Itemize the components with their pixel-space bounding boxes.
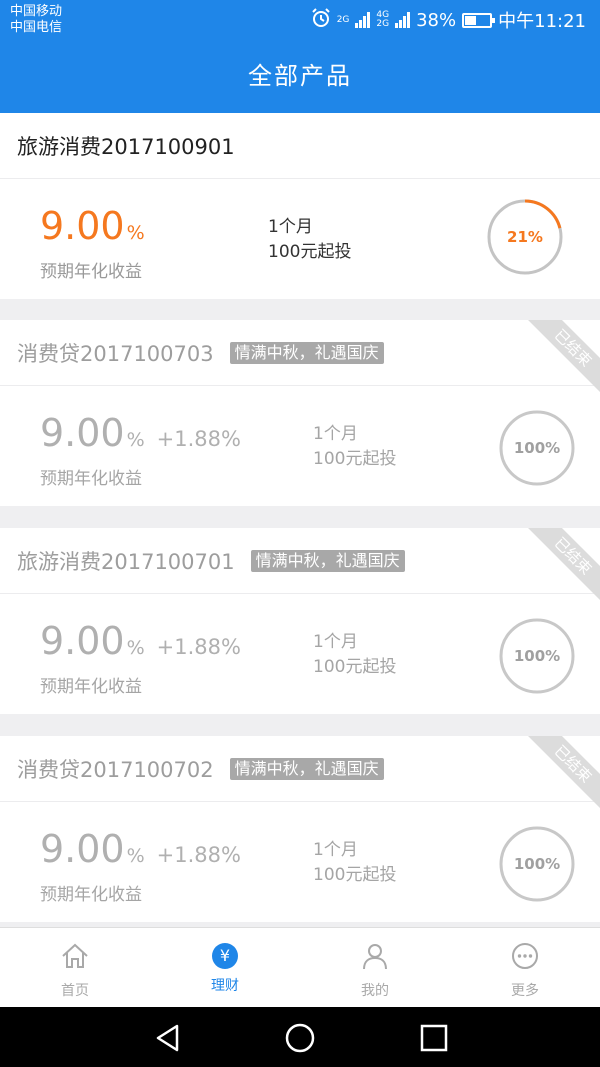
status-bar: 中国移动 中国电信 2G 4G 2G 38% 中午11:21 bbox=[0, 0, 600, 40]
rate-label: 预期年化收益 bbox=[40, 885, 142, 905]
signal-icon bbox=[355, 12, 371, 28]
progress-text: 100% bbox=[513, 439, 561, 457]
tab-finance[interactable]: ¥ 理财 bbox=[150, 928, 300, 1007]
clock: 中午11:21 bbox=[498, 11, 586, 32]
promo-tag: 情满中秋，礼遇国庆 bbox=[250, 549, 405, 572]
term-info: 1个月 100元起投 bbox=[268, 215, 351, 265]
bonus-rate: +1.88% bbox=[156, 843, 241, 867]
promo-tag: 情满中秋，礼遇国庆 bbox=[229, 757, 384, 780]
tab-more[interactable]: 更多 bbox=[450, 928, 600, 1007]
rate-value: 9.00 bbox=[40, 411, 125, 455]
bonus-rate: +1.88% bbox=[156, 427, 241, 451]
progress-ring: 100% bbox=[499, 826, 575, 902]
rate: 9.00% +1.88% bbox=[40, 828, 241, 870]
product-card[interactable]: 已结束 消费贷2017100703 情满中秋，礼遇国庆 9.00% +1.88% … bbox=[0, 320, 600, 506]
term-info: 1个月 100元起投 bbox=[313, 838, 396, 888]
rate: 9.00% bbox=[40, 205, 145, 247]
product-body: 9.00% +1.88% 预期年化收益 1个月 100元起投 100% bbox=[0, 594, 600, 714]
signal-2-icon bbox=[395, 12, 411, 28]
status-icons: 2G 4G 2G 38% 中午11:21 bbox=[311, 7, 586, 33]
rate-value: 9.00 bbox=[40, 619, 125, 663]
rate: 9.00% +1.88% bbox=[40, 412, 241, 454]
min-invest: 100元起投 bbox=[268, 242, 352, 262]
rate-unit: % bbox=[126, 222, 145, 244]
rate: 9.00% +1.88% bbox=[40, 620, 241, 662]
home-button-icon[interactable] bbox=[284, 1022, 316, 1054]
term-info: 1个月 100元起投 bbox=[313, 422, 396, 472]
person-icon bbox=[360, 941, 390, 971]
system-nav-bar bbox=[0, 1007, 600, 1067]
tab-home[interactable]: 首页 bbox=[0, 928, 150, 1007]
product-card[interactable]: 已结束 旅游消费2017100701 情满中秋，礼遇国庆 9.00% +1.88%… bbox=[0, 528, 600, 714]
more-icon bbox=[510, 941, 540, 971]
rate-value: 9.00 bbox=[40, 827, 125, 871]
bonus-rate: +1.88% bbox=[156, 635, 241, 659]
tab-label: 更多 bbox=[511, 983, 539, 999]
carrier-2: 中国电信 bbox=[10, 20, 63, 35]
progress-text: 100% bbox=[513, 647, 561, 665]
progress-ring: 100% bbox=[499, 618, 575, 694]
product-card[interactable]: 已结束 消费贷2017100702 情满中秋，礼遇国庆 9.00% +1.88% … bbox=[0, 736, 600, 922]
term: 1个月 bbox=[313, 424, 358, 444]
tab-label: 我的 bbox=[361, 983, 389, 999]
rate-unit: % bbox=[126, 429, 145, 451]
product-name: 旅游消费2017100701 bbox=[17, 549, 235, 574]
product-body: 9.00% 预期年化收益 1个月 100元起投 21% bbox=[0, 179, 600, 299]
min-invest: 100元起投 bbox=[313, 657, 397, 677]
term-info: 1个月 100元起投 bbox=[313, 630, 396, 680]
min-invest: 100元起投 bbox=[313, 865, 397, 885]
rate-label: 预期年化收益 bbox=[40, 469, 142, 489]
home-icon bbox=[60, 941, 90, 971]
battery-percent: 38% bbox=[416, 9, 457, 31]
term: 1个月 bbox=[313, 840, 358, 860]
progress-text: 100% bbox=[513, 855, 561, 873]
network-1-label: 2G bbox=[336, 14, 350, 25]
product-header: 消费贷2017100702 情满中秋，礼遇国庆 bbox=[0, 736, 600, 802]
page-title: 全部产品 bbox=[0, 40, 600, 113]
product-header: 旅游消费2017100901 bbox=[0, 113, 600, 179]
network-2-label: 4G 2G bbox=[376, 10, 390, 29]
product-name: 旅游消费2017100901 bbox=[17, 134, 235, 159]
product-header: 旅游消费2017100701 情满中秋，礼遇国庆 bbox=[0, 528, 600, 594]
rate-label: 预期年化收益 bbox=[40, 677, 142, 697]
product-name: 消费贷2017100702 bbox=[17, 757, 214, 782]
yen-icon: ¥ bbox=[212, 943, 238, 969]
rate-value: 9.00 bbox=[40, 204, 125, 248]
term: 1个月 bbox=[313, 632, 358, 652]
product-card[interactable]: 旅游消费2017100901 9.00% 预期年化收益 1个月 100元起投 2… bbox=[0, 113, 600, 299]
progress-text: 21% bbox=[507, 228, 543, 246]
progress-ring: 100% bbox=[499, 410, 575, 486]
rate-unit: % bbox=[126, 637, 145, 659]
carrier-info: 中国移动 中国电信 bbox=[10, 4, 62, 36]
progress-ring: 21% bbox=[487, 199, 563, 275]
recents-icon[interactable] bbox=[418, 1022, 450, 1054]
alarm-icon bbox=[311, 7, 331, 33]
rate-label: 预期年化收益 bbox=[40, 262, 142, 282]
rate-unit: % bbox=[126, 845, 145, 867]
product-name: 消费贷2017100703 bbox=[17, 341, 214, 366]
tab-label: 首页 bbox=[61, 983, 89, 999]
product-header: 消费贷2017100703 情满中秋，礼遇国庆 bbox=[0, 320, 600, 386]
tab-mine[interactable]: 我的 bbox=[300, 928, 450, 1007]
battery-icon bbox=[462, 12, 496, 28]
tab-label: 理财 bbox=[211, 978, 239, 994]
bottom-tab-bar: 首页 ¥ 理财 我的 更多 bbox=[0, 927, 600, 1007]
product-list[interactable]: 旅游消费2017100901 9.00% 预期年化收益 1个月 100元起投 2… bbox=[0, 113, 600, 927]
promo-tag: 情满中秋，礼遇国庆 bbox=[229, 341, 384, 364]
product-body: 9.00% +1.88% 预期年化收益 1个月 100元起投 100% bbox=[0, 802, 600, 922]
term: 1个月 bbox=[268, 217, 313, 237]
product-body: 9.00% +1.88% 预期年化收益 1个月 100元起投 100% bbox=[0, 386, 600, 506]
min-invest: 100元起投 bbox=[313, 449, 397, 469]
back-icon[interactable] bbox=[152, 1022, 184, 1054]
carrier-1: 中国移动 bbox=[10, 4, 63, 19]
